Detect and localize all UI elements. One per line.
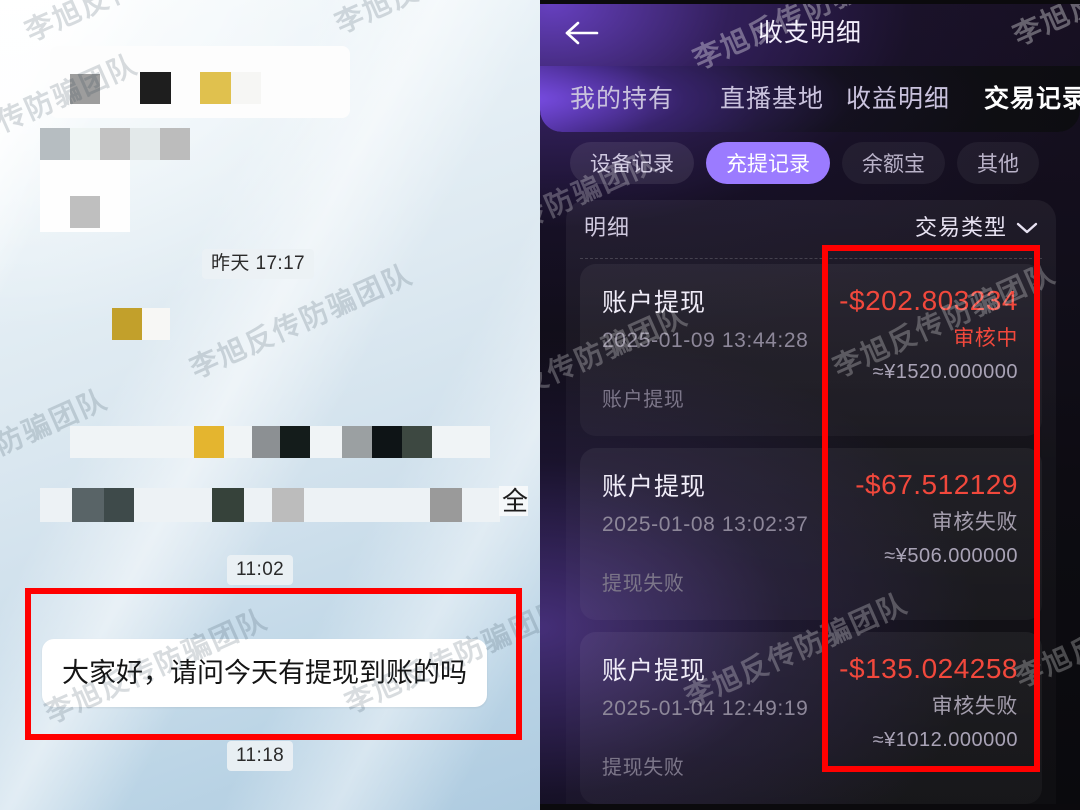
- transaction-date: 2025-01-08 13:02:37: [602, 513, 809, 536]
- transaction-status: 审核中: [953, 327, 1018, 350]
- transaction-note: 账户提现: [602, 389, 685, 411]
- tab-earnings-detail[interactable]: 收益明细: [846, 82, 950, 116]
- chat-message-bubble[interactable]: 大家好，请问今天有提现到账的吗: [42, 639, 487, 707]
- transaction-row[interactable]: 账户提现 2025-01-04 12:49:19 提现失败 -$135.0242…: [580, 632, 1042, 804]
- transaction-cny-amount: ≈¥506.000000: [884, 545, 1018, 567]
- chat-timestamp-yesterday: 昨天 17:17: [202, 249, 315, 279]
- page-title: 收支明细: [757, 19, 862, 47]
- mosaic-block-group-4: [112, 308, 172, 340]
- transaction-type-filter[interactable]: 交易类型: [915, 212, 1038, 244]
- transaction-amount: -$202.803234: [839, 285, 1018, 316]
- tab-transaction-records[interactable]: 交易记录: [984, 82, 1080, 116]
- tab-live-base[interactable]: 直播基地: [720, 82, 824, 116]
- transaction-row[interactable]: 账户提现 2025-01-09 13:44:28 账户提现 -$202.8032…: [580, 264, 1042, 436]
- transaction-status: 审核失败: [931, 695, 1018, 718]
- chat-screenshot-pane: 全 昨天 17:17 11:02 11:18 大家好，请问今天有提现到账的吗 李…: [0, 0, 540, 810]
- transaction-date: 2025-01-09 13:44:28: [602, 329, 809, 352]
- chat-timestamp-1102: 11:02: [227, 555, 294, 585]
- detail-panel: 明细 交易类型 账户提现 2025-01-09 13:44:28 账户提现 -$…: [566, 200, 1056, 804]
- tab-my-holdings[interactable]: 我的持有: [570, 82, 674, 116]
- filter-pill-other[interactable]: 其他: [957, 142, 1039, 184]
- partial-glyph-quan: 全: [499, 486, 528, 516]
- transaction-date: 2025-01-04 12:49:19: [602, 697, 809, 720]
- detail-panel-title: 明细: [584, 215, 631, 240]
- mosaic-block-group-6: [40, 488, 500, 522]
- chevron-down-icon: [1016, 222, 1038, 234]
- transaction-name: 账户提现: [602, 289, 707, 317]
- chat-content: 全 昨天 17:17 11:02 11:18 大家好，请问今天有提现到账的吗: [12, 8, 528, 798]
- filter-pill-deposit-withdraw-records[interactable]: 充提记录: [706, 142, 830, 184]
- filter-pill-group: 设备记录 充提记录 余额宝 其他: [540, 140, 1080, 186]
- screenshot-root: 全 昨天 17:17 11:02 11:18 大家好，请问今天有提现到账的吗 李…: [0, 0, 1080, 810]
- chat-timestamp-1118: 11:18: [227, 741, 294, 771]
- mosaic-block-group-3: [40, 160, 130, 232]
- detail-panel-header: 明细 交易类型: [566, 200, 1056, 258]
- transaction-amount: -$67.512129: [855, 469, 1018, 500]
- panel-divider: [580, 258, 1042, 259]
- transaction-note: 提现失败: [602, 757, 685, 779]
- transaction-name: 账户提现: [602, 657, 707, 685]
- transaction-status: 审核失败: [931, 511, 1018, 534]
- transaction-row[interactable]: 账户提现 2025-01-08 13:02:37 提现失败 -$67.51212…: [580, 448, 1042, 620]
- transaction-name: 账户提现: [602, 473, 707, 501]
- app-window: 收支明细 我的持有 直播基地 收益明细 交易记录 设备记录 充提记录 余额宝 其…: [540, 4, 1080, 804]
- transaction-type-filter-label: 交易类型: [914, 215, 1007, 240]
- filter-pill-device-records[interactable]: 设备记录: [570, 142, 694, 184]
- transaction-cny-amount: ≈¥1012.000000: [872, 729, 1018, 751]
- filter-pill-yuebao[interactable]: 余额宝: [842, 142, 945, 184]
- transaction-note: 提现失败: [602, 573, 685, 595]
- app-header: 收支明细: [540, 4, 1080, 62]
- mosaic-block-group-top: [50, 46, 350, 118]
- mosaic-block-group-2: [40, 128, 190, 160]
- transaction-cny-amount: ≈¥1520.000000: [872, 361, 1018, 383]
- transaction-list: 账户提现 2025-01-09 13:44:28 账户提现 -$202.8032…: [566, 264, 1056, 804]
- mosaic-block-group-5: [70, 426, 490, 458]
- tab-bar: 我的持有 直播基地 收益明细 交易记录: [540, 66, 1080, 132]
- transaction-amount: -$135.024258: [839, 653, 1018, 684]
- app-screen-pane: 收支明细 我的持有 直播基地 收益明细 交易记录 设备记录 充提记录 余额宝 其…: [540, 0, 1080, 810]
